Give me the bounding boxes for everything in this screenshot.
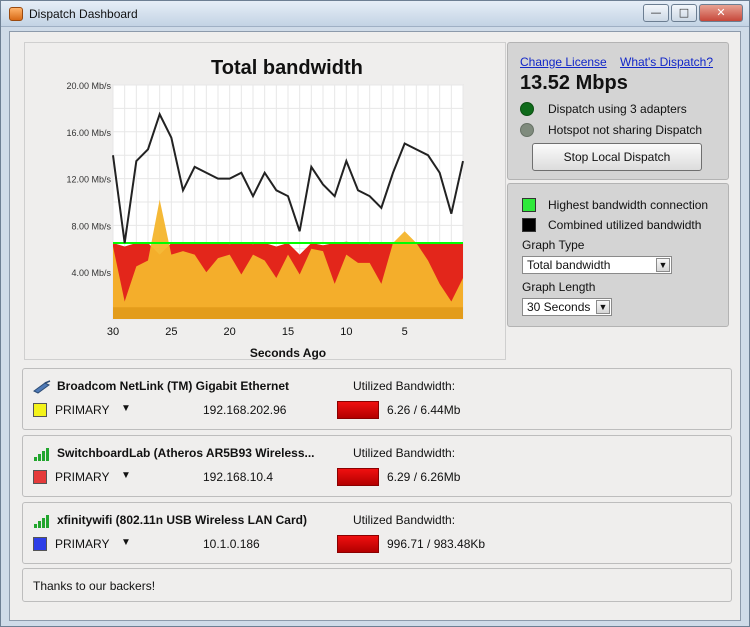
adapter-color-swatch[interactable] <box>33 470 47 484</box>
whats-dispatch-link[interactable]: What's Dispatch? <box>620 55 713 69</box>
x-tick-label: 5 <box>402 326 408 338</box>
graph-length-value: 30 Seconds <box>527 300 591 314</box>
adapter-color-swatch[interactable] <box>33 537 47 551</box>
total-speed: 13.52 Mbps <box>520 72 628 94</box>
utilized-bandwidth-bar <box>337 535 379 553</box>
graph-type-label: Graph Type <box>522 238 585 252</box>
x-tick-label: 25 <box>165 326 177 338</box>
ethernet-icon <box>33 380 51 394</box>
bandwidth-chart: 20.00 Mb/s 16.00 Mb/s 12.00 Mb/s 8.00 Mb/s 4… <box>66 81 464 360</box>
adapter-row: Broadcom NetLink (TM) Gigabit Ethernet U… <box>22 368 732 430</box>
adapter-ip: 192.168.10.4 <box>203 470 274 484</box>
adapter-role[interactable]: PRIMARY <box>55 470 109 484</box>
backers-text: Thanks to our backers! <box>33 579 156 593</box>
utilized-bandwidth-bar <box>337 401 379 419</box>
y-tick-label: 4.00 Mb/s <box>71 268 111 278</box>
adapter-ip: 192.168.202.96 <box>203 403 287 417</box>
legend-highest: Highest bandwidth connection <box>548 198 709 212</box>
adapter-role[interactable]: PRIMARY <box>55 537 109 551</box>
status-gray-dot-icon <box>520 123 534 137</box>
window-title: Dispatch Dashboard <box>29 7 138 21</box>
utilized-bandwidth-label: Utilized Bandwidth: <box>353 513 456 527</box>
dispatch-status: Dispatch using 3 adapters <box>548 102 687 116</box>
x-tick-label: 15 <box>282 326 294 338</box>
graph-length-select[interactable]: 30 Seconds ▼ <box>522 298 612 316</box>
adapter-name: Broadcom NetLink (TM) Gigabit Ethernet <box>57 379 290 393</box>
adapter-name: SwitchboardLab (Atheros AR5B93 Wireless.… <box>57 446 315 460</box>
adapter-ip: 10.1.0.186 <box>203 537 260 551</box>
dispatch-window: Dispatch Dashboard — □ ✕ Total bandwidth… <box>0 0 750 627</box>
chevron-down-icon[interactable]: ▼ <box>596 300 610 314</box>
graph-settings-panel: Highest bandwidth connection Combined ut… <box>507 183 729 327</box>
legend-combined: Combined utilized bandwidth <box>548 218 702 232</box>
series-area-base <box>113 307 463 319</box>
utilized-bandwidth-value: 6.29 / 6.26Mb <box>387 470 461 484</box>
chevron-down-icon[interactable]: ▼ <box>121 537 131 548</box>
graph-length-label: Graph Length <box>522 280 596 294</box>
adapter-row: xfinitywifi (802.11n USB Wireless LAN Ca… <box>22 502 732 564</box>
utilized-bandwidth-value: 996.71 / 983.48Kb <box>387 537 486 551</box>
backers-panel: Thanks to our backers! <box>22 568 732 602</box>
y-tick-label: 16.00 Mb/s <box>66 128 111 138</box>
stop-local-dispatch-button[interactable]: Stop Local Dispatch <box>532 143 702 171</box>
chevron-down-icon[interactable]: ▼ <box>121 403 131 414</box>
x-tick-label: 20 <box>224 326 236 338</box>
hotspot-status: Hotspot not sharing Dispatch <box>548 123 703 137</box>
utilized-bandwidth-label: Utilized Bandwidth: <box>353 379 456 393</box>
bandwidth-chart-panel: Total bandwidth 20.00 Mb/s 16.00 Mb/s 12.0… <box>24 42 506 360</box>
chevron-down-icon[interactable]: ▼ <box>121 470 131 481</box>
y-tick-label: 8.00 Mb/s <box>71 221 111 231</box>
app-icon <box>9 7 23 21</box>
highest-connection-swatch <box>522 198 536 212</box>
minimize-button[interactable]: — <box>643 4 669 22</box>
status-green-dot-icon <box>520 102 534 116</box>
adapter-color-swatch[interactable] <box>33 403 47 417</box>
maximize-button[interactable]: □ <box>671 4 697 22</box>
utilized-bandwidth-bar <box>337 468 379 486</box>
graph-type-select[interactable]: Total bandwidth ▼ <box>522 256 672 274</box>
x-tick-label: 10 <box>340 326 352 338</box>
license-panel: Change License What's Dispatch? 13.52 Mb… <box>507 42 729 180</box>
chevron-down-icon[interactable]: ▼ <box>656 258 670 272</box>
y-tick-label: 20.00 Mb/s <box>66 81 111 91</box>
utilized-bandwidth-value: 6.26 / 6.44Mb <box>387 403 461 417</box>
close-button[interactable]: ✕ <box>699 4 743 22</box>
graph-type-value: Total bandwidth <box>527 258 611 272</box>
change-license-link[interactable]: Change License <box>520 55 607 69</box>
x-axis-label: Seconds Ago <box>250 346 326 360</box>
adapter-name: xfinitywifi (802.11n USB Wireless LAN Ca… <box>57 513 307 527</box>
title-bar: Dispatch Dashboard — □ ✕ <box>1 1 749 27</box>
adapter-row: SwitchboardLab (Atheros AR5B93 Wireless.… <box>22 435 732 497</box>
x-tick-label: 30 <box>107 326 119 338</box>
y-tick-label: 12.00 Mb/s <box>66 175 111 185</box>
wifi-signal-icon <box>34 515 49 528</box>
combined-bandwidth-swatch <box>522 218 536 232</box>
main-client: Total bandwidth 20.00 Mb/s 16.00 Mb/s 12.0… <box>9 31 741 621</box>
adapter-role[interactable]: PRIMARY <box>55 403 109 417</box>
wifi-signal-icon <box>34 448 49 461</box>
utilized-bandwidth-label: Utilized Bandwidth: <box>353 446 456 460</box>
